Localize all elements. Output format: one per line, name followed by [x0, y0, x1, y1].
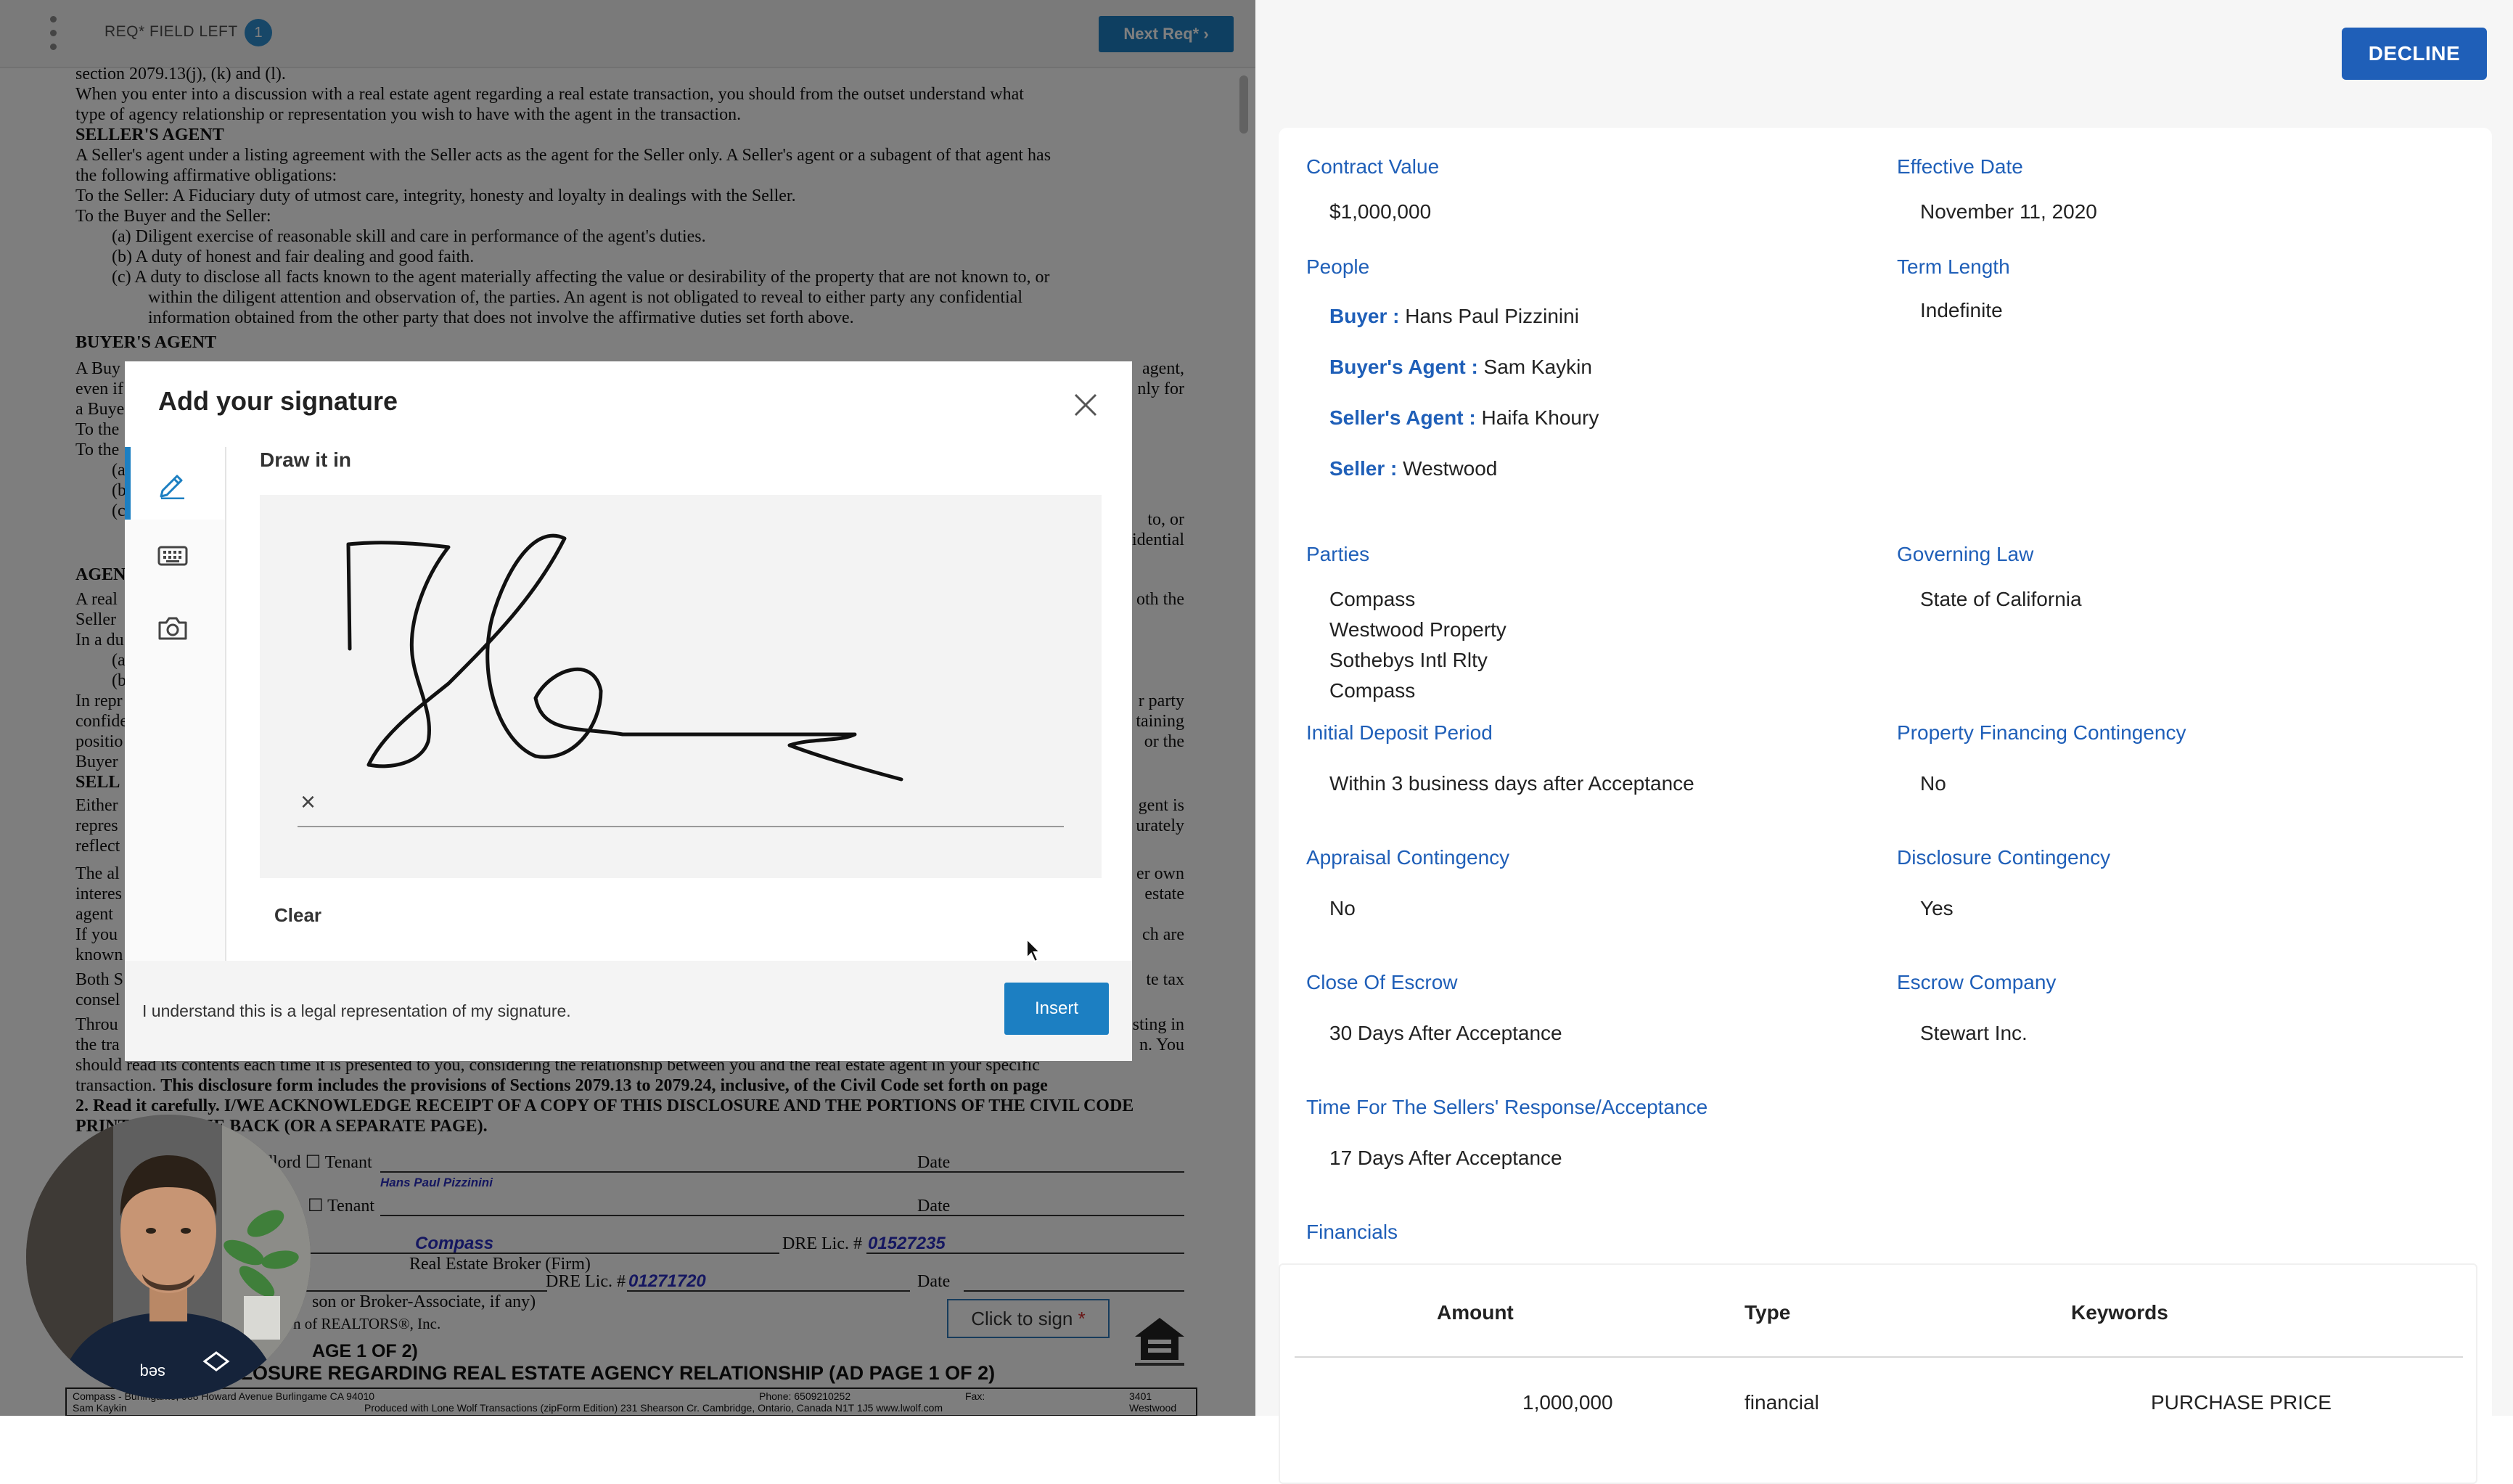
insert-signature-button[interactable]: Insert	[1004, 983, 1109, 1035]
person-seller: Seller : Westwood	[1329, 457, 1498, 480]
webcam-overlay: seq	[26, 1115, 311, 1399]
add-signature-modal: Add your signature Draw it in × Clear I …	[125, 361, 1132, 1061]
disclosure-contingency-value: Yes	[1920, 897, 1954, 919]
contract-details-pane: DECLINE Contract Value $1,000,000 People…	[1255, 0, 2513, 1484]
parties-label: Parties	[1306, 543, 1370, 565]
financials-table: Amount Type Keywords 1,000,000 financial…	[1279, 1263, 2477, 1484]
close-icon[interactable]	[1071, 390, 1100, 419]
table-cell-amount: 1,000,000	[1522, 1391, 1613, 1414]
response-time-label: Time For The Sellers' Response/Acceptanc…	[1306, 1096, 1708, 1118]
initial-deposit-label: Initial Deposit Period	[1306, 721, 1493, 744]
mouse-cursor-icon	[1026, 938, 1042, 963]
table-cell-keywords: PURCHASE PRICE	[2151, 1391, 2332, 1414]
governing-law-label: Governing Law	[1897, 543, 2034, 565]
response-time-value: 17 Days After Acceptance	[1329, 1147, 1562, 1169]
contract-value: $1,000,000	[1329, 200, 1432, 223]
svg-text:seq: seq	[140, 1364, 165, 1382]
signature-baseline-x-icon: ×	[300, 787, 316, 816]
financing-contingency-value: No	[1920, 772, 1946, 795]
term-length-label: Term Length	[1897, 255, 2010, 278]
column-header-amount: Amount	[1437, 1301, 1514, 1324]
party-item: Westwood Property	[1329, 618, 1506, 641]
table-header-divider	[1295, 1356, 2463, 1358]
person-buyers-agent: Buyer's Agent : Sam Kaykin	[1329, 356, 1592, 378]
appraisal-contingency-label: Appraisal Contingency	[1306, 846, 1510, 869]
tab-type[interactable]	[125, 520, 225, 592]
presenter-video-image: seq	[26, 1115, 311, 1399]
party-item: Compass	[1329, 588, 1416, 610]
clear-signature-button[interactable]: Clear	[274, 904, 321, 927]
draw-it-in-label: Draw it in	[260, 448, 352, 471]
tab-draw[interactable]	[125, 447, 225, 520]
signature-draw-canvas[interactable]: ×	[260, 495, 1102, 878]
column-header-type: Type	[1745, 1301, 1791, 1324]
keyboard-icon	[157, 546, 188, 566]
escrow-company-label: Escrow Company	[1897, 971, 2057, 993]
contract-value-label: Contract Value	[1306, 155, 1440, 178]
people-label: People	[1306, 255, 1370, 278]
table-cell-type: financial	[1745, 1391, 1819, 1414]
drawn-signature-stroke	[346, 533, 903, 782]
pen-icon	[160, 475, 184, 499]
governing-law-value: State of California	[1920, 588, 2082, 610]
person-sellers-agent: Seller's Agent : Haifa Khoury	[1329, 406, 1599, 429]
close-of-escrow-value: 30 Days After Acceptance	[1329, 1022, 1562, 1044]
disclosure-contingency-label: Disclosure Contingency	[1897, 846, 2111, 869]
term-length-value: Indefinite	[1920, 299, 2003, 321]
close-of-escrow-label: Close Of Escrow	[1306, 971, 1458, 993]
financing-contingency-label: Property Financing Contingency	[1897, 721, 2186, 744]
effective-date-label: Effective Date	[1897, 155, 2023, 178]
signature-baseline	[298, 826, 1064, 827]
tab-upload-photo[interactable]	[125, 592, 225, 665]
column-header-keywords: Keywords	[2071, 1301, 2168, 1324]
decline-button[interactable]: DECLINE	[2342, 28, 2487, 80]
initial-deposit-value: Within 3 business days after Acceptance	[1329, 772, 1694, 795]
legal-acknowledgement-text: I understand this is a legal representat…	[142, 1001, 571, 1020]
signature-method-tabs	[125, 447, 226, 961]
camera-icon	[158, 617, 187, 640]
appraisal-contingency-value: No	[1329, 897, 1356, 919]
party-item: Sothebys Intl Rlty	[1329, 649, 1488, 671]
contract-details-card: Contract Value $1,000,000 People Buyer :…	[1279, 128, 2492, 1484]
financials-label: Financials	[1306, 1221, 1398, 1243]
modal-footer: I understand this is a legal representat…	[125, 961, 1132, 1061]
modal-title: Add your signature	[158, 386, 398, 416]
effective-date-value: November 11, 2020	[1920, 200, 2097, 223]
escrow-company-value: Stewart Inc.	[1920, 1022, 2028, 1044]
party-item: Compass	[1329, 679, 1416, 702]
person-buyer: Buyer : Hans Paul Pizzinini	[1329, 305, 1579, 327]
